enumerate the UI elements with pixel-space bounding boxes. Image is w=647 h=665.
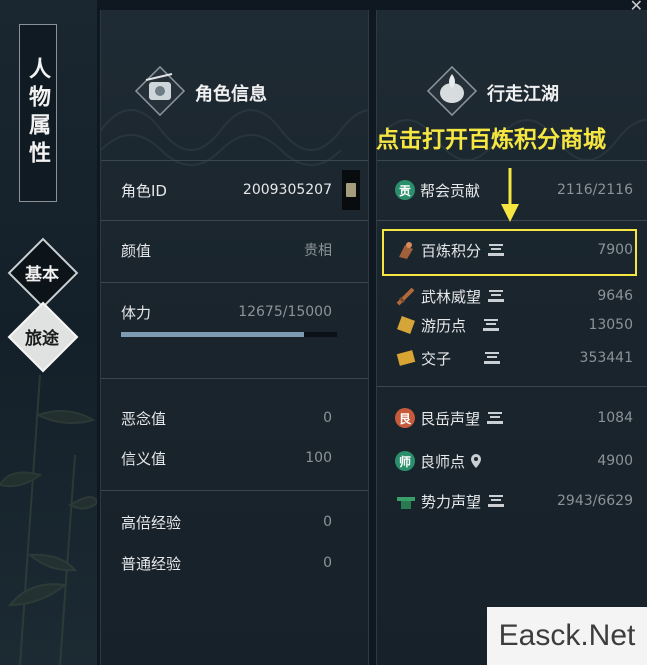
- jiaozi-label: 交子: [421, 349, 452, 368]
- scroll-icon: [397, 316, 415, 334]
- jianghu-title: 行走江湖: [487, 84, 559, 105]
- bamboo-decoration: [0, 374, 97, 665]
- divider: [101, 378, 368, 379]
- normal-exp-value: 0: [323, 555, 332, 571]
- char-id-label: 角色ID: [121, 181, 167, 200]
- divider: [377, 386, 647, 387]
- justice-value: 100: [305, 450, 332, 466]
- stamina-bar-fill: [121, 332, 304, 337]
- youli-value: 13050: [588, 317, 633, 333]
- divider: [101, 160, 368, 161]
- faction-value: 2943/6629: [557, 493, 633, 509]
- char-id-row: 角色ID 2009305207: [121, 178, 332, 202]
- evil-label: 恶念值: [121, 409, 167, 428]
- mentor-label: 良师点: [420, 452, 466, 471]
- normal-exp-row: 普通经验 0: [121, 551, 332, 575]
- mentor-icon: 师: [395, 451, 415, 471]
- jianghu-item-mentor[interactable]: 师 良师点 4900: [395, 449, 633, 473]
- shop-icon[interactable]: [482, 318, 500, 332]
- wulin-label: 武林威望: [421, 287, 482, 306]
- genyue-value: 1084: [597, 410, 633, 426]
- character-emblem-icon: [134, 65, 186, 117]
- annotation-arrow: [501, 168, 519, 222]
- multi-exp-value: 0: [323, 514, 332, 530]
- annotation-highlight: [382, 229, 637, 276]
- banknote-icon: [396, 350, 416, 366]
- youli-label: 游历点: [421, 316, 467, 335]
- jiaozi-value: 353441: [579, 350, 633, 366]
- jianghu-header: 行走江湖: [377, 60, 647, 120]
- copy-id-icon[interactable]: [342, 170, 360, 210]
- genyue-icon: 艮: [395, 408, 415, 428]
- char-id-value: 2009305207: [242, 182, 332, 198]
- divider: [101, 282, 368, 283]
- divider: [101, 220, 368, 221]
- jianghu-item-jiaozi[interactable]: 交子 353441: [395, 346, 633, 370]
- evil-value: 0: [323, 410, 332, 426]
- sword-icon: [396, 287, 415, 306]
- stamina-bar: [121, 332, 337, 337]
- tab-basic-label: 基本: [25, 264, 59, 285]
- tab-journey[interactable]: 旅途: [7, 301, 79, 373]
- stamina-row: 体力 12675/15000: [121, 300, 332, 324]
- divider: [101, 490, 368, 491]
- tab-journey-label: 旅途: [25, 328, 59, 349]
- guild-icon: 贡: [395, 180, 415, 200]
- normal-exp-label: 普通经验: [121, 554, 182, 573]
- multi-exp-row: 高倍经验 0: [121, 510, 332, 534]
- justice-label: 信义值: [121, 449, 167, 468]
- character-info-header: 角色信息: [101, 60, 368, 120]
- sidebar-title: 人物属性: [19, 24, 57, 202]
- evil-row: 恶念值 0: [121, 406, 332, 430]
- jianghu-item-faction[interactable]: 势力声望 2943/6629: [395, 489, 633, 513]
- genyue-label: 艮岳声望: [420, 409, 481, 428]
- mentor-value: 4900: [597, 453, 633, 469]
- tab-basic[interactable]: 基本: [7, 237, 79, 309]
- character-info-title: 角色信息: [195, 84, 267, 105]
- wulin-value: 9646: [597, 288, 633, 304]
- close-icon[interactable]: ✕: [630, 0, 643, 15]
- location-pin-icon[interactable]: [469, 453, 483, 469]
- divider: [377, 160, 647, 161]
- guild-value: 2116/2116: [557, 182, 633, 198]
- watermark: Easck.Net: [487, 607, 647, 665]
- character-info-panel: 角色信息 角色ID 2009305207 颜值 贵相 体力 12675/1500…: [100, 10, 369, 665]
- looks-value: 贵相: [304, 243, 332, 259]
- jianghu-emblem-icon: [426, 65, 478, 117]
- shop-icon[interactable]: [487, 289, 505, 303]
- stamina-value: 12675/15000: [238, 304, 332, 320]
- looks-row: 颜值 贵相: [121, 238, 332, 262]
- faction-icon: [397, 497, 415, 509]
- multi-exp-label: 高倍经验: [121, 513, 182, 532]
- annotation-text: 点击打开百炼积分商城: [376, 127, 606, 153]
- faction-label: 势力声望: [421, 492, 482, 511]
- sidebar: 人物属性 基本 旅途: [0, 0, 97, 665]
- shop-icon[interactable]: [483, 351, 501, 365]
- jianghu-item-youli[interactable]: 游历点 13050: [395, 313, 633, 337]
- justice-row: 信义值 100: [121, 446, 332, 470]
- guild-label: 帮会贡献: [420, 181, 481, 200]
- jianghu-item-genyue[interactable]: 艮 艮岳声望 1084: [395, 406, 633, 430]
- stamina-label: 体力: [121, 303, 152, 322]
- jianghu-item-wulin[interactable]: 武林威望 9646: [395, 284, 633, 308]
- shop-icon[interactable]: [487, 494, 505, 508]
- looks-label: 颜值: [121, 241, 152, 260]
- jianghu-panel: 行走江湖 贡 帮会贡献 2116/2116 百炼积分 7900 武林威望 964…: [376, 10, 647, 665]
- shop-icon[interactable]: [486, 411, 504, 425]
